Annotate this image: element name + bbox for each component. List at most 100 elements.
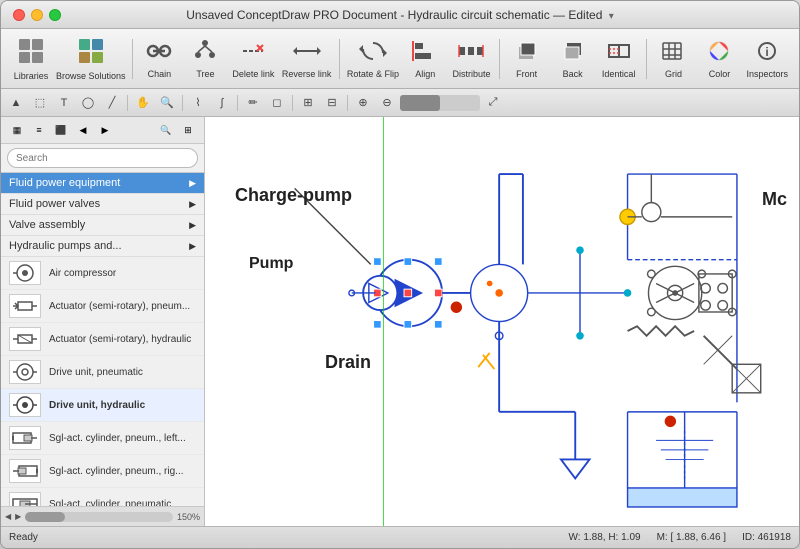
tb2-sep-5 <box>347 95 348 111</box>
select-tool[interactable]: ⬚ <box>29 93 51 113</box>
sidebar-grid-icon[interactable]: ▦ <box>7 121 27 139</box>
distribute-icon <box>457 39 485 67</box>
zoom-tool[interactable]: 🔍 <box>156 93 178 113</box>
toolbar-separator-4 <box>646 39 647 79</box>
sidebar-large-icon[interactable]: ⬛ <box>51 121 71 139</box>
grid-icon <box>659 39 687 67</box>
sidebar-search-input[interactable] <box>7 148 198 168</box>
category-valve-assembly[interactable]: Valve assembly ▶ <box>1 215 204 236</box>
tb2-sep-4 <box>292 95 293 111</box>
shape-icon-drive-unit-hyd <box>9 393 41 417</box>
secondary-toolbar: ▲ ⬚ T ◯ ╱ ✋ 🔍 ⌇ ∫ ✏ ◻ ⊞ ⊟ ⊕ ⊖ ⤢ <box>1 89 799 117</box>
group-tool[interactable]: ⊞ <box>297 93 319 113</box>
maximize-button[interactable] <box>49 9 61 21</box>
sidebar-prev-icon[interactable]: ◀ <box>73 121 93 139</box>
canvas-svg[interactable] <box>205 117 799 526</box>
list-item[interactable]: Drive unit, hydraulic <box>1 389 204 422</box>
scroll-prev-btn[interactable]: ◀ <box>5 512 11 521</box>
list-item[interactable]: Sgl-act. cylinder, pneum., rig... <box>1 455 204 488</box>
back-button[interactable]: Back <box>551 35 595 83</box>
main-content: ▦ ≡ ⬛ ◀ ▶ 🔍 ⊞ Fluid power equipment ▶ <box>1 117 799 526</box>
shape-tool[interactable]: ◯ <box>77 93 99 113</box>
text-tool[interactable]: T <box>53 93 75 113</box>
zoom-in[interactable]: ⊕ <box>352 93 374 113</box>
canvas-area[interactable]: Charge-pump Pump Drain Mc <box>205 117 799 526</box>
category-fluid-valves[interactable]: Fluid power valves ▶ <box>1 194 204 215</box>
sidebar-search-icon[interactable]: 🔍 <box>156 121 176 139</box>
pointer-tool[interactable]: ▲ <box>5 93 27 113</box>
list-item[interactable]: Actuator (semi-rotary), hydraulic <box>1 323 204 356</box>
pump-label: Pump <box>249 255 293 273</box>
category-hydraulic-pumps[interactable]: Hydraulic pumps and... ▶ <box>1 236 204 257</box>
tb2-sep-2 <box>182 95 183 111</box>
libraries-button[interactable]: Libraries <box>9 33 53 85</box>
statusbar: Ready W: 1.88, H: 1.09 M: [ 1.88, 6.46 ]… <box>1 526 799 548</box>
browse-solutions-button[interactable]: Browse Solutions <box>55 33 127 85</box>
minimize-button[interactable] <box>31 9 43 21</box>
align-button[interactable]: Align <box>403 35 447 83</box>
zoom-slider[interactable] <box>400 95 480 111</box>
tree-label: Tree <box>196 69 214 79</box>
scroll-play-btn[interactable]: ▶ <box>15 512 21 521</box>
category-fluid-valves-arrow: ▶ <box>189 199 196 210</box>
close-button[interactable] <box>13 9 25 21</box>
zoom-out[interactable]: ⊖ <box>376 93 398 113</box>
tb2-sep-3 <box>237 95 238 111</box>
reverse-link-label: Reverse link <box>282 69 332 79</box>
eraser-tool[interactable]: ◻ <box>266 93 288 113</box>
shape-icon-sgl-act-cyl-pneum-left <box>9 426 41 450</box>
tree-icon <box>191 39 219 67</box>
sidebar-menu-icon[interactable]: ⊞ <box>178 121 198 139</box>
zoom-level-display: 150% <box>177 512 200 522</box>
rotate-flip-icon <box>359 39 387 67</box>
delete-link-icon <box>239 39 267 67</box>
rotate-flip-label: Rotate & Flip <box>347 69 399 79</box>
line-tool[interactable]: ╱ <box>101 93 123 113</box>
category-valve-assembly-arrow: ▶ <box>189 220 196 231</box>
shape-label-drive-unit-hyd: Drive unit, hydraulic <box>49 400 145 411</box>
hand-tool[interactable]: ✋ <box>132 93 154 113</box>
color-button[interactable]: Color <box>697 35 741 83</box>
charge-pump-label: Charge-pump <box>235 185 352 206</box>
pencil-tool[interactable]: ✏ <box>242 93 264 113</box>
sidebar-header: ▦ ≡ ⬛ ◀ ▶ 🔍 ⊞ <box>1 117 204 144</box>
distribute-button[interactable]: Distribute <box>449 35 494 83</box>
libraries-label: Libraries <box>14 71 49 81</box>
bezier-tool[interactable]: ∫ <box>211 93 233 113</box>
inspectors-button[interactable]: i Inspectors <box>743 35 791 83</box>
tree-button[interactable]: Tree <box>183 35 227 83</box>
connector-tool[interactable]: ⌇ <box>187 93 209 113</box>
delete-link-button[interactable]: Delete link <box>229 35 277 83</box>
zoom-fit[interactable]: ⤢ <box>482 93 504 113</box>
sidebar-list-icon[interactable]: ≡ <box>29 121 49 139</box>
category-fluid-power[interactable]: Fluid power equipment ▶ <box>1 173 204 194</box>
grid-button[interactable]: Grid <box>651 35 695 83</box>
main-toolbar: Libraries Browse Solutions <box>1 29 799 89</box>
list-item[interactable]: Actuator (semi-rotary), pneum... <box>1 290 204 323</box>
ungroup-tool[interactable]: ⊟ <box>321 93 343 113</box>
front-button[interactable]: Front <box>505 35 549 83</box>
shape-icon-sgl-act-cyl-pneum <box>9 492 41 506</box>
sidebar-search-bar <box>1 144 204 173</box>
distribute-label: Distribute <box>452 69 490 79</box>
reverse-link-button[interactable]: Reverse link <box>279 35 333 83</box>
list-item[interactable]: Drive unit, pneumatic <box>1 356 204 389</box>
browse-icon <box>77 37 105 69</box>
sidebar-next-icon[interactable]: ▶ <box>95 121 115 139</box>
shape-icon-actuator-semi-pneum <box>9 294 41 318</box>
list-item[interactable]: Sgl-act. cylinder, pneumatic <box>1 488 204 506</box>
shape-label-sgl-act-cyl-pneum-left: Sgl-act. cylinder, pneum., left... <box>49 433 186 444</box>
shape-icon-drive-unit-pneum <box>9 360 41 384</box>
identical-icon <box>605 39 633 67</box>
category-fluid-power-arrow: ▶ <box>189 178 196 189</box>
scroll-thumb[interactable] <box>25 512 65 522</box>
category-hydraulic-pumps-arrow: ▶ <box>189 241 196 252</box>
identical-button[interactable]: Identical <box>597 35 641 83</box>
list-item[interactable]: Sgl-act. cylinder, pneum., left... <box>1 422 204 455</box>
status-mouse: M: [ 1.88, 6.46 ] <box>657 532 726 543</box>
list-item[interactable]: Air compressor <box>1 257 204 290</box>
chain-button[interactable]: Chain <box>137 35 181 83</box>
title-chevron-icon[interactable]: ▾ <box>609 11 614 22</box>
rotate-flip-button[interactable]: Rotate & Flip <box>345 35 402 83</box>
chain-label: Chain <box>148 69 172 79</box>
